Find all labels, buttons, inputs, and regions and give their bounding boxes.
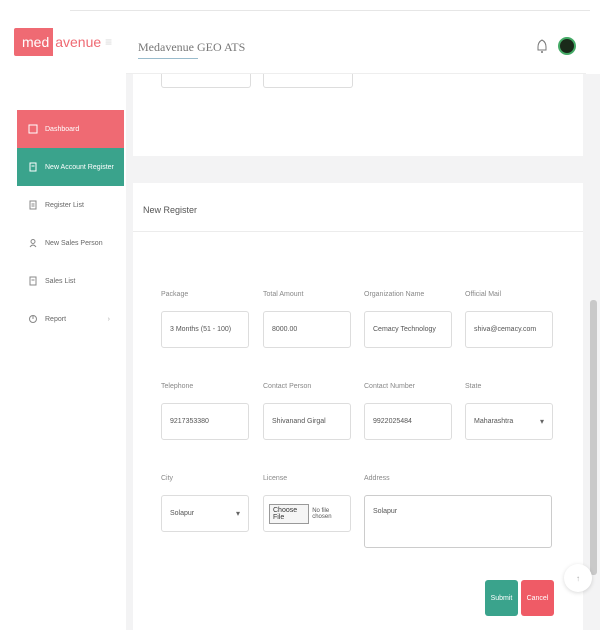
state-label: State xyxy=(465,383,482,390)
contact-number-label: Contact Number xyxy=(364,383,415,390)
contact-person-input[interactable]: Shivanand Girgal xyxy=(263,403,351,440)
logo-box: med xyxy=(14,28,54,56)
package-label: Package xyxy=(161,291,189,298)
organization-label: Organization Name xyxy=(364,291,425,298)
official-mail-label: Official Mail xyxy=(465,291,502,298)
register-card: New Register Package 3 Months (51 - 100)… xyxy=(133,183,583,630)
logo-text: avenue xyxy=(55,34,102,50)
total-amount-field: Total Amount 8000.00 xyxy=(263,291,351,348)
sidebar-item-new-account-register[interactable]: New Account Register xyxy=(17,148,124,186)
list-icon xyxy=(27,199,39,211)
license-field: License Choose File No file chosen xyxy=(263,475,351,532)
organization-field: Organization Name Cemacy Technology xyxy=(364,291,452,348)
avatar[interactable] xyxy=(558,37,576,55)
official-mail-field: Official Mail shiva@cemacy.com xyxy=(465,291,553,348)
cancel-button[interactable]: Cancel xyxy=(521,580,554,616)
sidebar-item-label: Report xyxy=(45,315,67,323)
organization-input[interactable]: Cemacy Technology xyxy=(364,311,452,348)
caret-down-icon: ▾ xyxy=(539,417,544,426)
address-label: Address xyxy=(364,475,390,482)
dashboard-icon xyxy=(27,123,39,135)
sidebar-item-new-sales-person[interactable]: New Sales Person xyxy=(17,224,124,262)
package-input[interactable]: 3 Months (51 - 100) xyxy=(161,311,249,348)
license-file-input[interactable]: Choose File No file chosen xyxy=(263,495,351,532)
contact-number-input[interactable]: 9922025484 xyxy=(364,403,452,440)
document-icon xyxy=(27,161,39,173)
state-select[interactable]: Maharashtra ▾ xyxy=(465,403,553,440)
telephone-label: Telephone xyxy=(161,383,194,390)
scrollbar[interactable] xyxy=(590,300,597,575)
sidebar-item-dashboard[interactable]: Dashboard xyxy=(17,110,124,148)
top-divider xyxy=(70,10,590,11)
sidebar-item-label: Register List xyxy=(45,201,84,209)
title-underline xyxy=(138,58,198,59)
sidebar-nav: Dashboard New Account Register Register … xyxy=(17,110,124,338)
telephone-field: Telephone 9217353380 xyxy=(161,383,249,440)
sidebar-item-label: New Account Register xyxy=(45,163,114,171)
sidebar-item-sales-list[interactable]: Sales List xyxy=(17,262,124,300)
scroll-top-button[interactable]: ↑ xyxy=(564,564,592,592)
sidebar-item-register-list[interactable]: Register List xyxy=(17,186,124,224)
city-value: Solapur xyxy=(170,510,195,517)
chevron-right-icon: › xyxy=(107,315,110,323)
total-amount-label: Total Amount xyxy=(263,291,304,298)
total-amount-input[interactable]: 8000.00 xyxy=(263,311,351,348)
scrolled-input[interactable] xyxy=(263,74,353,88)
sidebar-item-report[interactable]: Report › xyxy=(17,300,124,338)
sidebar-item-label: New Sales Person xyxy=(45,239,103,247)
page-title: Medavenue GEO ATS xyxy=(138,40,246,54)
state-field: State Maharashtra ▾ xyxy=(465,383,553,440)
choose-file-button[interactable]: Choose File xyxy=(269,503,310,524)
menu-toggle-icon[interactable]: ≡ xyxy=(105,35,112,49)
bell-icon[interactable] xyxy=(536,38,548,54)
sidebar-item-label: Dashboard xyxy=(45,125,80,133)
caret-down-icon: ▾ xyxy=(235,509,240,518)
contact-number-field: Contact Number 9922025484 xyxy=(364,383,452,440)
official-mail-input[interactable]: shiva@cemacy.com xyxy=(465,311,553,348)
user-icon xyxy=(27,237,39,249)
header: Medavenue GEO ATS xyxy=(126,14,586,74)
city-label: City xyxy=(161,475,174,482)
contact-person-label: Contact Person xyxy=(263,383,312,390)
state-value: Maharashtra xyxy=(474,418,514,425)
scrolled-input[interactable] xyxy=(161,74,251,88)
address-field: Address Solapur xyxy=(364,475,564,548)
card-title: New Register xyxy=(143,205,198,215)
divider xyxy=(133,231,583,232)
previous-card xyxy=(133,74,583,156)
sidebar-item-label: Sales List xyxy=(45,277,76,285)
report-icon xyxy=(27,313,39,325)
telephone-input[interactable]: 9217353380 xyxy=(161,403,249,440)
city-select[interactable]: Solapur ▾ xyxy=(161,495,249,532)
submit-button[interactable]: Submit xyxy=(485,580,518,616)
city-field: City Solapur ▾ xyxy=(161,475,249,532)
arrow-up-icon: ↑ xyxy=(576,573,580,583)
contact-person-field: Contact Person Shivanand Girgal xyxy=(263,383,351,440)
package-field: Package 3 Months (51 - 100) xyxy=(161,291,249,348)
license-label: License xyxy=(263,475,288,482)
list-icon xyxy=(27,275,39,287)
logo[interactable]: med avenue ≡ xyxy=(14,28,112,56)
file-status: No file chosen xyxy=(312,507,332,520)
address-textarea[interactable]: Solapur xyxy=(364,495,552,548)
